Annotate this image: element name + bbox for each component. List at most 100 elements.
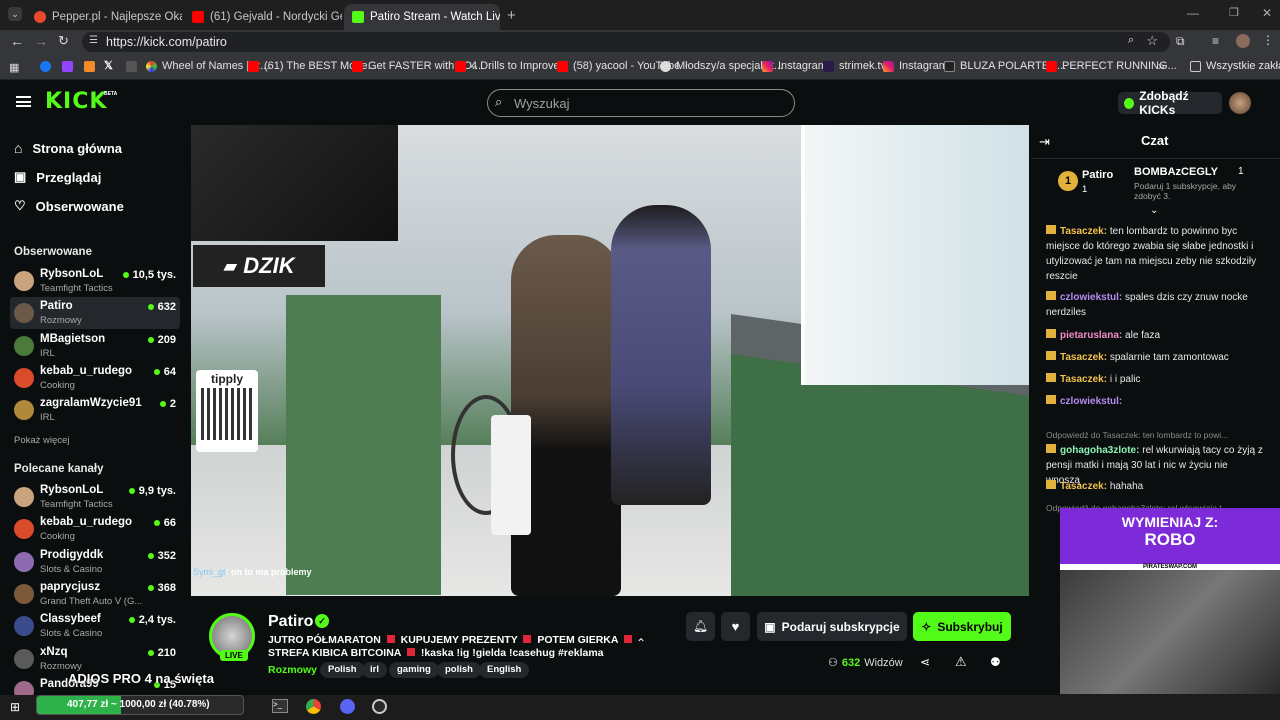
bookmark-label: Instagram — [778, 60, 827, 72]
channel-avatar — [14, 367, 34, 388]
bookmark-drills[interactable]: 4 Drills to Improve... — [455, 60, 569, 72]
discord-icon[interactable] — [340, 699, 355, 714]
maximize-icon[interactable]: ❐ — [1229, 6, 1239, 19]
sidebar-channel[interactable]: xNzq Rozmowy 210 — [10, 643, 180, 675]
chat-username[interactable]: pietaruslana: — [1060, 330, 1122, 341]
menu-icon[interactable]: ⋮ — [1262, 33, 1274, 47]
tag-pill[interactable]: Polish — [320, 662, 365, 678]
sidebar-channel[interactable]: kebab_u_rudego Cooking 64 — [10, 362, 180, 394]
sidebar-channel[interactable]: Prodigyddk Slots & Casino 352 — [10, 546, 180, 578]
chat-username[interactable]: Tasaczek: — [1060, 226, 1107, 237]
tag-pill[interactable]: gaming — [389, 662, 439, 678]
chat-message[interactable]: czlowiekstul: spales dzis czy znuw nocke… — [1046, 290, 1264, 320]
tab-kick[interactable]: Patiro Stream - Watch Live ✕ — [344, 4, 500, 30]
back-icon[interactable]: ← — [10, 33, 24, 49]
notifications-button[interactable]: 🔔︎ — [686, 612, 715, 641]
tab-search-button[interactable]: ⌄ — [8, 7, 22, 21]
video-player[interactable]: ▰ DZIK tipply Symi_gt: on to ma problemy — [191, 125, 1029, 596]
apps-icon[interactable]: ▦ — [9, 61, 19, 74]
site-info-icon[interactable]: ☰ — [89, 35, 98, 46]
user-avatar[interactable] — [1229, 92, 1251, 114]
share-icon[interactable]: ⋖ — [920, 655, 930, 669]
sidebar-channel[interactable]: RybsonLoL Teamfight Tactics 10,5 tys. — [10, 265, 180, 297]
minimize-icon[interactable]: — — [1187, 6, 1199, 20]
user-options-icon[interactable]: ⚉ — [990, 655, 1001, 669]
sidebar-channel[interactable]: Classybeef Slots & Casino 2,4 tys. — [10, 610, 180, 642]
tab-youtube[interactable]: (61) Gejvald - Nordycki Gej [re ✕ — [184, 4, 342, 30]
kicks-coin-icon — [1124, 97, 1135, 109]
chat-username[interactable]: gohagoha3zlote: — [1060, 445, 1139, 456]
chat-message[interactable]: Tasaczek: ten lombardz to powinno byc mi… — [1046, 224, 1264, 284]
chrome-icon[interactable] — [306, 699, 321, 714]
all-bookmarks[interactable]: Wszystkie zakładki — [1190, 60, 1280, 72]
media-controls-icon[interactable]: ≡ — [1212, 34, 1219, 48]
chat-message[interactable]: pietaruslana: ale faza — [1046, 328, 1264, 343]
zoom-icon[interactable]: ⌕ — [1128, 34, 1134, 47]
streamer-name[interactable]: Patiro — [268, 613, 313, 631]
live-dot-icon — [159, 401, 166, 408]
category-link[interactable]: Rozmowy — [268, 664, 317, 676]
bookmark-star-icon[interactable]: ☆ — [1146, 33, 1158, 49]
viewer-count: 368 — [157, 581, 176, 594]
obs-icon[interactable] — [372, 699, 387, 714]
tag-pill[interactable]: irl — [362, 662, 387, 678]
chat-message[interactable]: czlowiekstul: — [1046, 394, 1264, 409]
show-more-link[interactable]: Pokaż więcej — [14, 435, 69, 446]
chat-username[interactable]: czlowiekstul: — [1060, 292, 1122, 303]
bookmark-orange-icon[interactable] — [84, 61, 95, 72]
sidebar-channel[interactable]: Patiro Rozmowy 632 — [10, 297, 180, 330]
expand-title-icon[interactable]: ⌃ — [636, 636, 646, 650]
forward-icon[interactable]: → — [34, 33, 48, 49]
facebook-icon[interactable] — [40, 61, 51, 72]
leaderboard-expand-icon[interactable]: ⌄ — [1150, 205, 1158, 216]
tab-pepper[interactable]: Pepper.pl - Najlepsze Okazje, R ✕ — [26, 4, 182, 30]
nav-browse[interactable]: ▣ Przeglądaj — [14, 169, 101, 185]
collapse-chat-icon[interactable]: ⇥ — [1039, 134, 1050, 150]
extensions-icon[interactable]: ⧉ — [1176, 34, 1185, 49]
chat-username[interactable]: Tasaczek: — [1060, 352, 1107, 363]
search-input[interactable]: ⌕ Wyszukaj — [487, 89, 795, 117]
tag-pill[interactable]: English — [479, 662, 530, 678]
sidebar-channel[interactable]: kebab_u_rudego Cooking 66 — [10, 513, 180, 545]
get-kicks-button[interactable]: Zdobądź KICKs — [1118, 89, 1222, 117]
reload-icon[interactable]: ↻ — [58, 33, 69, 49]
sidebar-channel[interactable]: RybsonLoL Teamfight Tactics 9,9 tys. — [10, 481, 180, 513]
sidebar-channel[interactable]: paprycjusz Grand Theft Auto V (G... 368 — [10, 578, 180, 610]
follow-heart-button[interactable]: ♥ — [721, 612, 750, 641]
bookmark-instagram-2[interactable]: Instagram — [883, 60, 948, 72]
profile-avatar[interactable] — [1236, 34, 1250, 48]
nav-home[interactable]: ⌂ Strona główna — [14, 140, 122, 156]
close-window-icon[interactable]: ✕ — [1262, 6, 1272, 20]
green-wall — [286, 295, 441, 595]
tag-pill[interactable]: polish — [437, 662, 481, 678]
bookmark-gray-icon[interactable] — [126, 61, 137, 72]
sidebar-channel[interactable]: zagralamWzycie91 IRL 2 — [10, 394, 180, 426]
chat-message[interactable]: Tasaczek: hahaha — [1046, 479, 1264, 494]
chat-message[interactable]: Tasaczek: i i palic — [1046, 372, 1264, 387]
windows-start-icon[interactable]: ⊞ — [10, 700, 20, 714]
pirateswap-ad[interactable]: WYMIENIAJ Z: ROBO PIRATESWAP.COM — [1060, 508, 1280, 695]
url-field[interactable]: ☰ https://kick.com/patiro ⌕ ☆ — [82, 32, 1170, 52]
sidebar-channel[interactable]: MBagietson IRL 209 — [10, 330, 180, 362]
live-dot-icon — [147, 336, 154, 343]
bookmark-strimek[interactable]: strimek.tv — [823, 60, 886, 72]
hamburger-menu-icon[interactable] — [16, 96, 31, 107]
x-icon[interactable]: 𝕏 — [104, 59, 113, 72]
chat-message[interactable]: Tasaczek: spalarnie tam zamontowac — [1046, 350, 1264, 365]
more-bookmarks-icon[interactable]: » — [1158, 59, 1165, 73]
report-icon[interactable]: ⚠ — [955, 654, 967, 670]
twitch-icon[interactable] — [62, 61, 73, 72]
new-tab-icon[interactable]: + — [507, 7, 516, 24]
chat-username[interactable]: Tasaczek: — [1060, 481, 1107, 492]
kick-logo[interactable]: KICK — [45, 89, 107, 114]
subscribe-button[interactable]: ✧ Subskrybuj — [913, 612, 1011, 641]
chat-username[interactable]: czlowiekstul: — [1060, 396, 1122, 407]
nav-following[interactable]: ♡ Obserwowane — [14, 198, 124, 214]
terminal-icon[interactable]: >_ — [272, 699, 288, 713]
gift-sub-button[interactable]: ▣ Podaruj subskrypcje — [757, 612, 907, 641]
channel-name: kebab_u_rudego — [40, 516, 133, 529]
bookmark-instagram-1[interactable]: Instagram — [762, 60, 827, 72]
chat-username[interactable]: Tasaczek: — [1060, 374, 1107, 385]
red-square-icon — [623, 635, 632, 643]
viewer-count: 2,4 tys. — [138, 614, 176, 627]
